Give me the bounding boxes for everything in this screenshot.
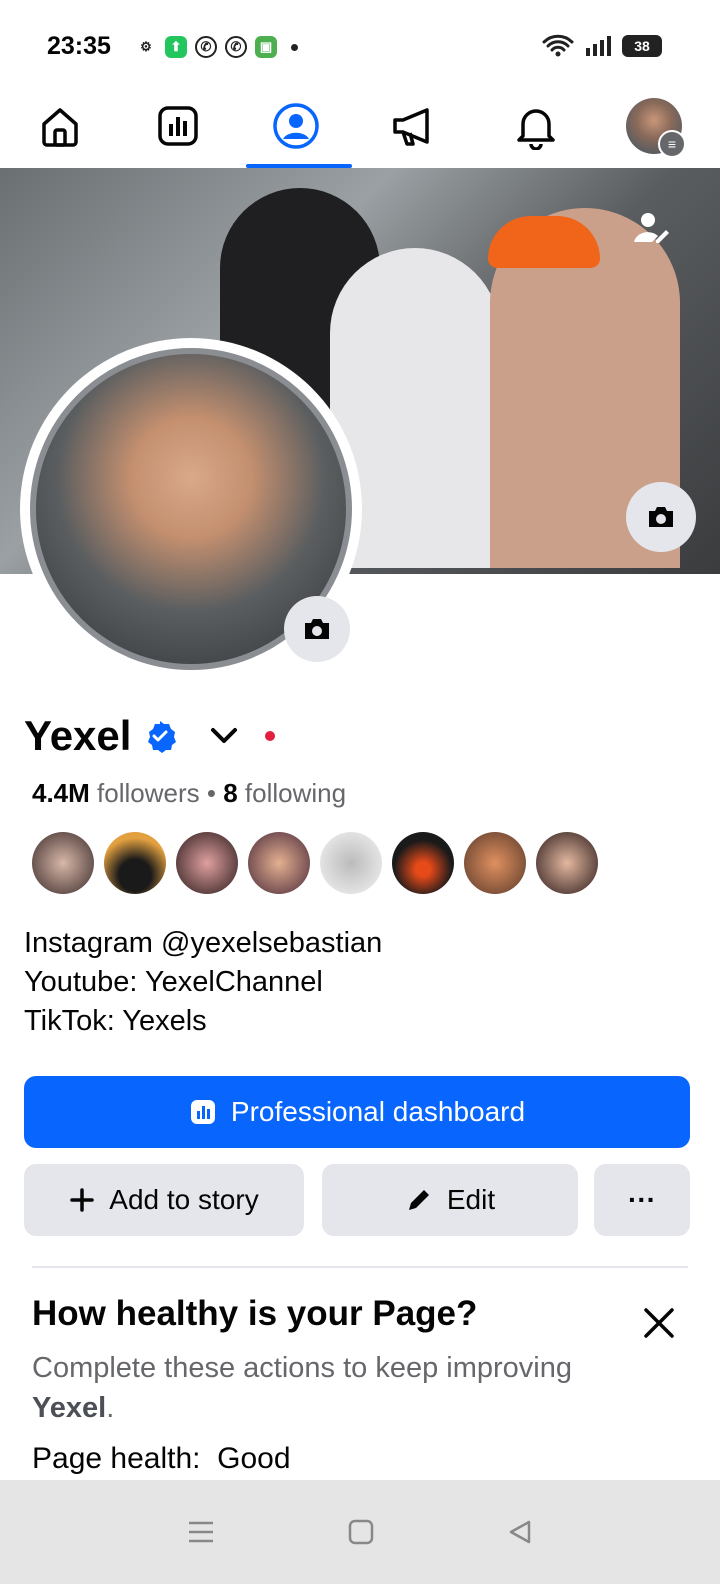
notification-dot [265,731,276,741]
back-icon[interactable] [507,1519,533,1545]
status-time: 23:35 [47,32,111,60]
home-square-icon[interactable] [348,1519,374,1545]
nav-profile[interactable] [246,96,352,168]
friends-avatars [32,832,598,894]
friend-avatar[interactable] [464,832,526,894]
friend-avatar[interactable] [392,832,454,894]
professional-dashboard-button[interactable]: Professional dashboard [24,1076,690,1148]
app-green-icon: ▣ [255,36,277,58]
page-health-value: Good [217,1442,291,1475]
whatsapp-icon: ✆ [195,36,217,58]
nav-account-avatar[interactable]: ≡ [624,96,686,158]
followers-label: followers [97,778,200,808]
dashboard-icon [158,106,198,146]
more-options-button[interactable]: ··· [594,1164,690,1236]
nav-notifications[interactable] [506,96,566,156]
plus-icon [70,1188,95,1212]
system-navigation-bar [0,1480,720,1584]
bio-line: Youtube: YexelChannel [24,966,323,998]
app-green-icon: ⬆ [165,36,187,58]
cover-camera-button[interactable] [626,482,696,552]
battery-indicator: 38 [622,35,662,57]
chevron-down-icon[interactable] [209,726,239,746]
add-to-story-label: Add to story [109,1184,259,1215]
following-count: 8 [223,778,238,808]
profile-name-row: Yexel [24,712,276,760]
profile-bio: Instagram @yexelsebastian Youtube: Yexel… [24,924,382,1041]
profile-icon [273,103,319,149]
edit-profile-person-icon[interactable] [630,208,670,248]
friend-avatar[interactable] [176,832,238,894]
edit-label: Edit [446,1184,496,1215]
verified-badge-icon [148,721,177,753]
home-icon [42,108,78,147]
nav-home[interactable] [30,96,90,156]
divider [32,1266,688,1268]
bell-icon [517,109,555,150]
status-right: 38 [542,34,662,58]
nav-dashboard[interactable] [148,96,208,156]
menu-badge-icon: ≡ [658,130,686,158]
whatsapp-icon: ✆ [225,36,247,58]
close-icon[interactable] [642,1306,676,1340]
friend-avatar[interactable] [32,832,94,894]
gear-icon: ⚙ [140,39,152,54]
avatar: ≡ [626,98,686,158]
professional-dashboard-label: Professional dashboard [230,1096,526,1127]
page-health-subtitle: Complete these actions to keep improving… [32,1352,573,1424]
followers-count: 4.4M [32,778,90,808]
top-navigation: ≡ [0,86,720,169]
nav-announcements[interactable] [384,96,444,156]
camera-icon [305,619,329,639]
status-bar: 23:35 ⚙ ⬆ ✆ ✆ ▣ 38 [0,0,720,86]
pencil-icon [408,1190,429,1210]
camera-icon [649,507,673,527]
more-notifications-dot [291,43,298,51]
wifi-icon [542,34,574,57]
more-icon: ··· [628,1184,656,1215]
dashboard-icon [190,1100,215,1124]
following-label: following [244,778,347,808]
profile-name: Yexel [24,712,132,759]
friend-avatar[interactable] [320,832,382,894]
megaphone-icon [393,108,429,146]
edit-button[interactable]: Edit [322,1164,578,1236]
friend-avatar[interactable] [104,832,166,894]
status-icons: ⚙ ⬆ ✆ ✆ ▣ [135,36,298,58]
friend-avatar[interactable] [248,832,310,894]
friend-avatar[interactable] [536,832,598,894]
bio-line: TikTok: Yexels [24,1005,207,1037]
add-to-story-button[interactable]: Add to story [24,1164,304,1236]
profile-camera-button[interactable] [284,596,350,662]
bio-line: Instagram @yexelsebastian [24,927,383,959]
follow-stats[interactable]: 4.4M followers • 8 following [32,778,346,809]
page-health-status: Page health: Good [32,1442,291,1475]
signal-icon [586,36,611,56]
page-health-title: How healthy is your Page? [32,1294,478,1333]
menu-icon[interactable] [187,1519,215,1545]
